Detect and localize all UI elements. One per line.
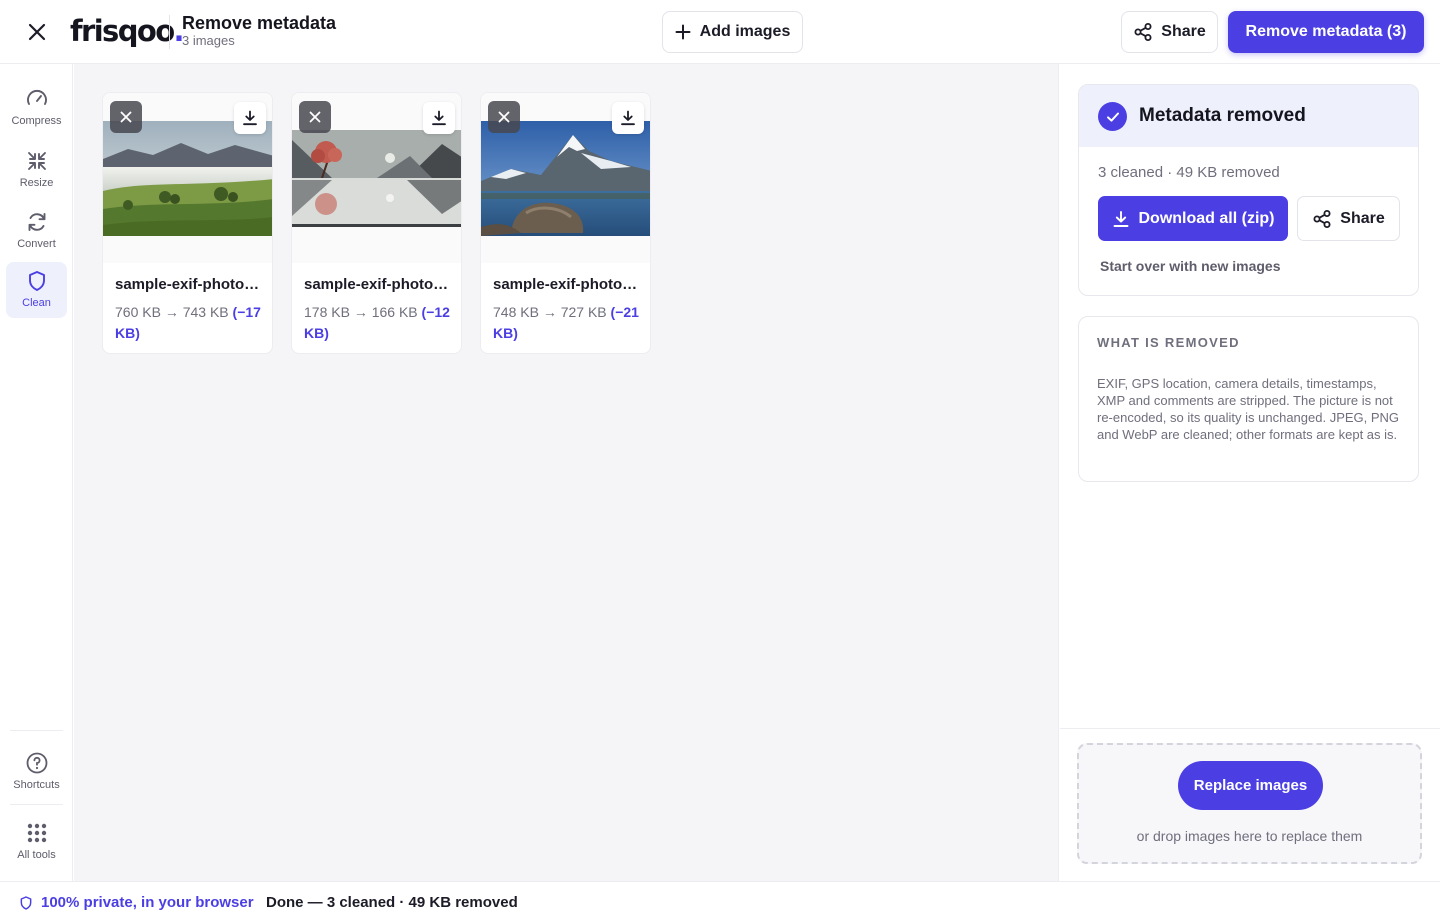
remove-image-button[interactable] — [488, 101, 520, 133]
remove-image-button[interactable] — [110, 101, 142, 133]
help-circle-icon — [26, 752, 47, 774]
sidebar-item-label: Convert — [17, 238, 56, 250]
sidebar-item-all-tools[interactable]: All tools — [6, 814, 67, 870]
close-icon — [28, 23, 46, 41]
download-image-button[interactable] — [234, 102, 266, 134]
download-all-button[interactable]: Download all (zip) — [1098, 196, 1288, 241]
tool-sidebar: Compress Resize Convert Clean Shortcuts … — [0, 64, 73, 881]
remove-metadata-button[interactable]: Remove metadata (3) — [1228, 11, 1424, 53]
start-over-link[interactable]: Start over with new images — [1100, 258, 1281, 275]
info-text: EXIF, GPS location, camera details, time… — [1097, 376, 1400, 442]
sidebar-item-convert[interactable]: Convert — [6, 203, 67, 259]
download-image-button[interactable] — [612, 102, 644, 134]
sidebar-item-label: Clean — [22, 297, 51, 309]
remove-image-button[interactable] — [299, 101, 331, 133]
sidebar-item-label: Resize — [19, 177, 54, 189]
refresh-icon — [28, 213, 45, 231]
sidebar-item-label: Compress — [11, 115, 62, 127]
close-icon — [498, 111, 510, 123]
resize-icon — [27, 152, 46, 170]
download-icon — [1113, 210, 1128, 227]
image-size: 748 KB → 727 KB (−21 KB) — [493, 304, 639, 341]
image-card[interactable]: sample-exif-photo… 760 KB → 743 KB (−17 … — [102, 92, 273, 354]
privacy-label: 100% private, in your browser — [41, 894, 254, 911]
plus-icon — [675, 24, 691, 40]
share-results-button[interactable]: Share — [1297, 196, 1400, 241]
replace-images-button[interactable]: Replace images — [1178, 761, 1323, 810]
image-filename: sample-exif-photo… — [115, 276, 260, 293]
thumbnail-area — [292, 93, 461, 263]
status-title: Metadata removed — [1139, 105, 1306, 126]
header-divider — [169, 15, 170, 49]
download-image-button[interactable] — [423, 102, 455, 134]
share-button[interactable]: Share — [1121, 11, 1218, 53]
download-icon — [243, 110, 257, 126]
image-size: 760 KB → 743 KB (−17 KB) — [115, 304, 261, 341]
grid-icon — [27, 823, 46, 843]
app-logo[interactable]: frisqoo. — [70, 14, 185, 48]
sidebar-item-resize[interactable]: Resize — [6, 142, 67, 198]
footer-status: Done — 3 cleaned · 49 KB removed — [266, 894, 518, 911]
sidebar-item-label: Shortcuts — [13, 779, 60, 791]
thumbnail-image — [103, 121, 272, 236]
image-filename: sample-exif-photo… — [304, 276, 449, 293]
add-images-button[interactable]: Add images — [662, 11, 803, 53]
check-icon — [1098, 102, 1127, 131]
share-label: Share — [1340, 209, 1385, 227]
image-filename: sample-exif-photo… — [493, 276, 638, 293]
close-icon — [309, 111, 321, 123]
panel-divider — [1060, 728, 1440, 729]
top-bar: frisqoo. Remove metadata 3 images Add im… — [0, 0, 1440, 64]
status-card: Metadata removed 3 cleaned · 49 KB remov… — [1078, 84, 1419, 296]
status-summary: 3 cleaned · 49 KB removed — [1098, 164, 1280, 181]
image-size: 178 KB → 166 KB (−12 KB) — [304, 304, 450, 341]
info-heading: WHAT IS REMOVED — [1097, 335, 1240, 350]
share-label: Share — [1161, 23, 1206, 40]
status-bar: 100% private, in your browser Done — 3 c… — [0, 881, 1440, 923]
thumbnail-image — [481, 121, 650, 236]
thumbnail-image — [292, 130, 461, 227]
image-card[interactable]: sample-exif-photo… 178 KB → 166 KB (−12 … — [291, 92, 462, 354]
sidebar-divider — [10, 730, 63, 731]
replace-dropzone[interactable]: Replace images or drop images here to re… — [1077, 743, 1422, 864]
privacy-note: 100% private, in your browser — [18, 893, 254, 912]
download-icon — [432, 110, 446, 126]
image-count: 3 images — [182, 33, 235, 48]
sidebar-item-clean[interactable]: Clean — [6, 262, 67, 318]
close-button[interactable] — [22, 17, 52, 47]
image-grid: sample-exif-photo… 760 KB → 743 KB (−17 … — [74, 64, 1059, 881]
sidebar-item-shortcuts[interactable]: Shortcuts — [6, 744, 67, 800]
gauge-icon — [26, 90, 47, 105]
close-icon — [120, 111, 132, 123]
app-window: frisqoo. Remove metadata 3 images Add im… — [0, 0, 1440, 923]
results-panel: Metadata removed 3 cleaned · 49 KB remov… — [1060, 64, 1440, 881]
add-images-label: Add images — [699, 23, 791, 40]
sidebar-divider — [10, 804, 63, 805]
share-icon — [1134, 23, 1152, 41]
shield-icon — [28, 271, 45, 291]
share-icon — [1313, 209, 1331, 228]
sidebar-item-label: All tools — [17, 849, 56, 861]
download-all-label: Download all (zip) — [1138, 209, 1275, 227]
thumbnail-area — [103, 93, 272, 263]
sidebar-item-compress[interactable]: Compress — [6, 80, 67, 136]
thumbnail-area — [481, 93, 650, 263]
status-header: Metadata removed — [1079, 85, 1418, 147]
page-title: Remove metadata — [182, 13, 337, 33]
download-icon — [621, 110, 635, 126]
image-card[interactable]: sample-exif-photo… 748 KB → 727 KB (−21 … — [480, 92, 651, 354]
drop-hint: or drop images here to replace them — [1136, 828, 1363, 844]
shield-icon — [20, 895, 32, 910]
info-card: WHAT IS REMOVED EXIF, GPS location, came… — [1078, 316, 1419, 482]
